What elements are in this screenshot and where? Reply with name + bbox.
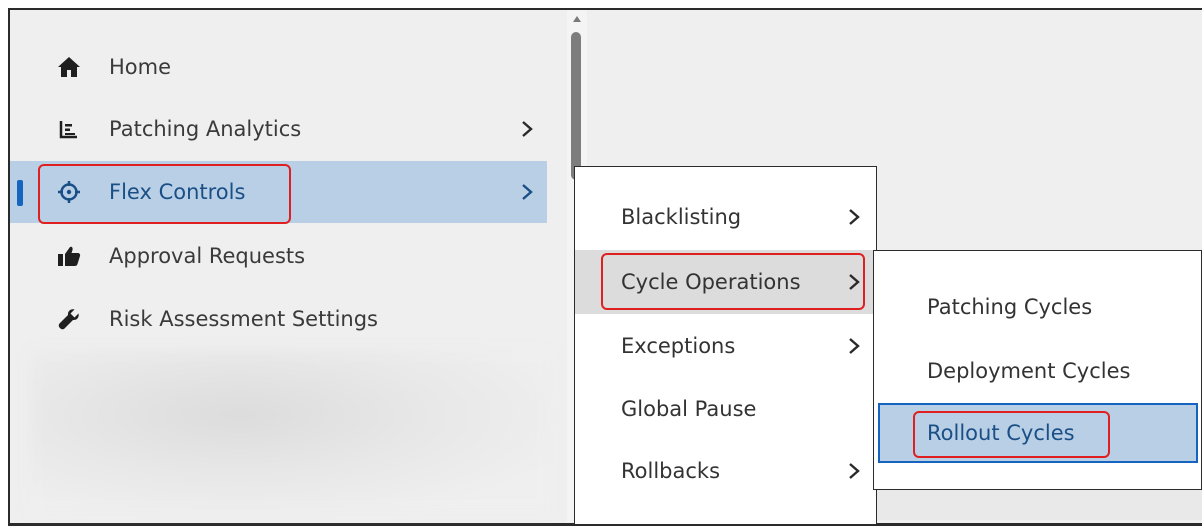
sidebar-item-label: Approval Requests <box>109 244 306 268</box>
callout-highlight-cycle-operations <box>601 253 865 310</box>
menu-item-label: Rollbacks <box>621 459 721 483</box>
active-indicator <box>17 180 23 206</box>
sidebar-item-label: Home <box>109 55 172 79</box>
sidebar-item-patching-analytics[interactable]: Patching Analytics <box>10 98 547 160</box>
callout-highlight-rollout-cycles <box>913 411 1110 458</box>
scroll-up-icon[interactable] <box>573 16 581 22</box>
chevron-right-icon <box>520 181 536 203</box>
menu-item-rollbacks[interactable]: Rollbacks <box>575 439 876 503</box>
thumbs-up-icon <box>56 243 82 269</box>
chevron-right-icon <box>847 460 861 482</box>
callout-highlight-flex-controls <box>38 164 291 224</box>
menu-item-label: Exceptions <box>621 334 736 358</box>
blurred-area <box>30 350 550 512</box>
wrench-icon <box>56 306 82 332</box>
chevron-right-icon <box>520 118 536 140</box>
menu-item-label: Global Pause <box>621 397 757 421</box>
home-icon <box>56 54 82 80</box>
chevron-right-icon <box>847 206 861 228</box>
menu-item-label: Patching Cycles <box>927 295 1093 319</box>
menu-item-global-pause[interactable]: Global Pause <box>575 377 876 441</box>
menu-item-exceptions[interactable]: Exceptions <box>575 314 876 378</box>
sidebar-item-home[interactable]: Home <box>10 36 547 98</box>
menu-item-label: Blacklisting <box>621 205 742 229</box>
analytics-chart-icon <box>56 116 82 142</box>
sidebar-item-label: Risk Assessment Settings <box>109 307 378 331</box>
sidebar-item-risk-assessment-settings[interactable]: Risk Assessment Settings <box>10 288 547 350</box>
menu-item-patching-cycles[interactable]: Patching Cycles <box>874 275 1201 339</box>
scrollbar-thumb[interactable] <box>571 32 581 180</box>
menu-item-label: Deployment Cycles <box>927 359 1131 383</box>
chevron-right-icon <box>847 335 861 357</box>
sidebar-item-label: Patching Analytics <box>109 117 302 141</box>
menu-item-deployment-cycles[interactable]: Deployment Cycles <box>874 339 1201 403</box>
menu-item-blacklisting[interactable]: Blacklisting <box>575 185 876 249</box>
sidebar-item-approval-requests[interactable]: Approval Requests <box>10 225 547 287</box>
flex-controls-submenu: Blacklisting Cycle Operations Exceptions… <box>574 166 877 525</box>
